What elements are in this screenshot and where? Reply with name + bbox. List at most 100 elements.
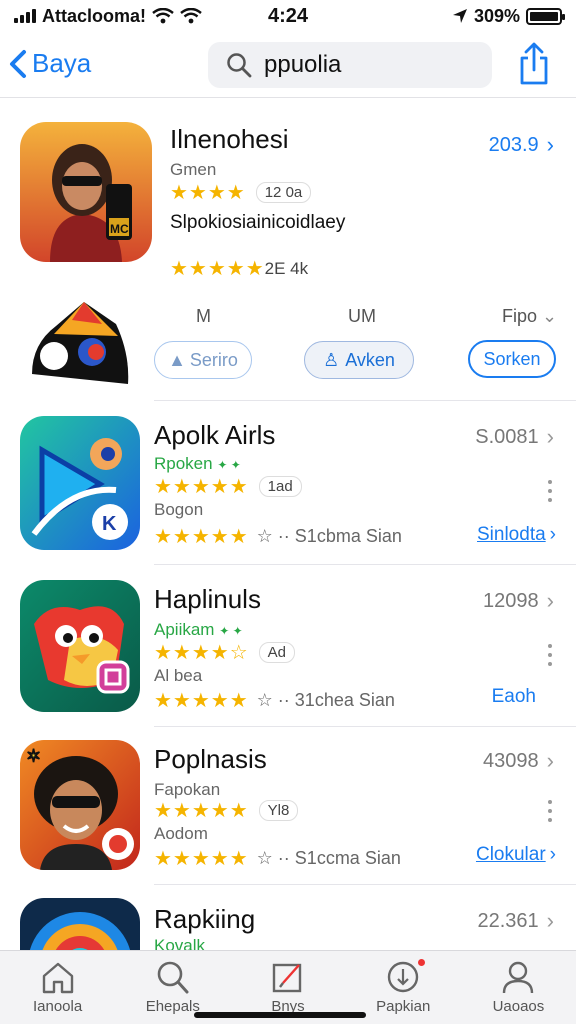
star-rating-icon: ★★★★★ [154,476,249,498]
secondary-button-label: Seriro [189,349,238,370]
tab-account[interactable]: Uaoaos [461,951,576,1024]
app-meta: ☆ ·· S1cbma Sian [256,526,402,546]
more-options-icon[interactable] [548,800,552,822]
app-meta: ☆ ·· S1ccma Sian [256,848,401,868]
chevron-right-icon: › [549,844,556,865]
star-rating-icon: ★★★★ [170,182,246,204]
app-row[interactable]: ✶ Poplnasis Fapokan ★★★★★ Yl8 Aodom ★★★★… [0,740,576,890]
star-rating-icon: ★★★★★ [154,800,249,822]
app-title: Haplinuls [154,584,261,614]
featured-icon-text: MC [110,222,129,236]
star-rating-icon: ★★★★★ [170,258,265,280]
svg-text:K: K [102,513,117,535]
app-title: Rapkiing [154,904,256,934]
tertiary-button[interactable]: ♙ Avken [304,341,414,379]
divider [154,884,576,885]
app-category: Bogon [154,500,204,519]
chevron-left-icon [10,49,26,78]
action-row: M UM Fipo ⌄ ▲ Seriro ♙ Avken Sorken [0,286,576,396]
app-icon: ✶ [20,740,140,870]
column-label-1: M [196,306,211,326]
tab-label: Papkian [376,998,431,1015]
app-action-link[interactable]: Sinlodta › [477,524,556,546]
tertiary-button-label: Avken [345,349,395,370]
verified-icon: ✦ ✦ [217,458,241,472]
more-options-icon[interactable] [548,480,552,502]
home-indicator[interactable] [194,1012,366,1018]
app-category: Aodom [154,824,208,843]
featured-app-title: Ilnenohesi [170,124,289,154]
app-action-link-text: Sinlodta [477,524,546,545]
app-price: 12098 › [483,588,554,614]
app-review-rating: ★★★★★ ☆ ·· 31chea Sian [154,688,395,713]
back-button[interactable]: Baya [8,48,91,79]
app-developer: Rpoken ✦ ✦ [154,454,241,474]
featured-app-row[interactable]: MC Ilnenohesi Gmen ★★★★ 12 0a Slpokiosia… [0,100,576,290]
chevron-right-icon: › [546,588,554,613]
back-label: Baya [32,48,92,78]
carrier-name: Attaclooma! [42,5,147,26]
tab-label: Ehepals [145,998,200,1015]
wifi-icon [152,8,174,24]
featured-app-description: Slpokiosiainicoidlaey [170,212,346,233]
app-meta-text: 31chea Sian [294,690,395,710]
column-label-3[interactable]: Fipo ⌄ [502,306,557,327]
search-results-list: MC Ilnenohesi Gmen ★★★★ 12 0a Slpokiosia… [0,100,576,950]
chevron-right-icon: › [549,524,556,545]
app-row[interactable]: Haplinuls Apiikam ✦ ✦ ★★★★☆ Ad Al bea ★★… [0,580,576,730]
app-meta-text: S1cbma Sian [294,526,402,546]
divider [154,400,576,401]
secondary-button[interactable]: ▲ Seriro [154,341,252,379]
app-price-value: S.0081 [475,425,539,448]
chevron-right-icon: › [546,748,554,773]
featured-app-price[interactable]: 203.9 › [489,132,554,158]
app-review-rating: ★★★★★ ☆ ·· S1cbma Sian [154,524,402,549]
app-price: 22.361 › [478,908,555,934]
status-right: 309% [452,6,565,27]
chevron-right-icon: › [546,132,554,157]
app-price: 43098 › [483,748,554,774]
cellular-signal-icon [14,9,36,23]
featured-review-count: 2E 4k [264,258,309,278]
rating-count: Ad [258,642,296,663]
verified-icon: ✦ ✦ [219,624,243,638]
search-bar[interactable] [208,42,492,88]
star-rating-icon: ★★★★★ [154,526,249,548]
app-developer: Fapokan [154,780,221,799]
app-action-link[interactable]: Clokular › [476,844,556,866]
app-action-link[interactable]: Eaoh [492,686,536,708]
app-developer-name: Rpoken [154,454,213,473]
app-icon [20,580,140,712]
chevron-down-icon: ⌄ [542,306,558,326]
share-icon[interactable] [514,42,554,86]
user-icon [503,961,534,994]
featured-app-icon: MC [20,122,152,262]
app-price-value: 12098 [483,589,539,612]
divider [154,726,576,727]
edit-icon [272,963,302,993]
chevron-right-icon: › [546,424,554,449]
star-rating-icon: ★★★★★ [154,690,249,712]
search-input[interactable] [264,51,464,79]
column-label-3-text: Fipo [502,306,538,326]
app-review-rating: ★★★★★ ☆ ·· S1ccma Sian [154,846,401,871]
app-row[interactable]: Rapkiing Kovalk 22.361 › [0,898,576,950]
app-category: Al bea [154,666,203,685]
status-left: Attaclooma! [14,6,202,27]
app-rating: ★★★★★ Yl8 [154,798,299,823]
app-rating: ★★★★★ 1ad [154,474,302,499]
app-row[interactable]: K Apolk Airls Rpoken ✦ ✦ ★★★★★ 1ad Bogon… [0,416,576,566]
chevron-right-icon: › [546,908,554,933]
download-icon [388,961,419,993]
featured-rating: ★★★★ 12 0a [170,180,312,205]
more-options-icon[interactable] [548,644,552,666]
rating-count: 1ad [258,476,302,497]
featured-rating-count: 12 0a [255,182,312,203]
svg-text:✶: ✶ [26,746,41,766]
app-meta-text: S1ccma Sian [294,848,401,868]
tab-label: Ianoola [32,998,83,1015]
primary-button[interactable]: Sorken [468,340,556,378]
tab-home[interactable]: Ianoola [0,951,115,1024]
app-title: Poplnasis [154,744,267,774]
app-developer: Apiikam ✦ ✦ [154,620,243,640]
